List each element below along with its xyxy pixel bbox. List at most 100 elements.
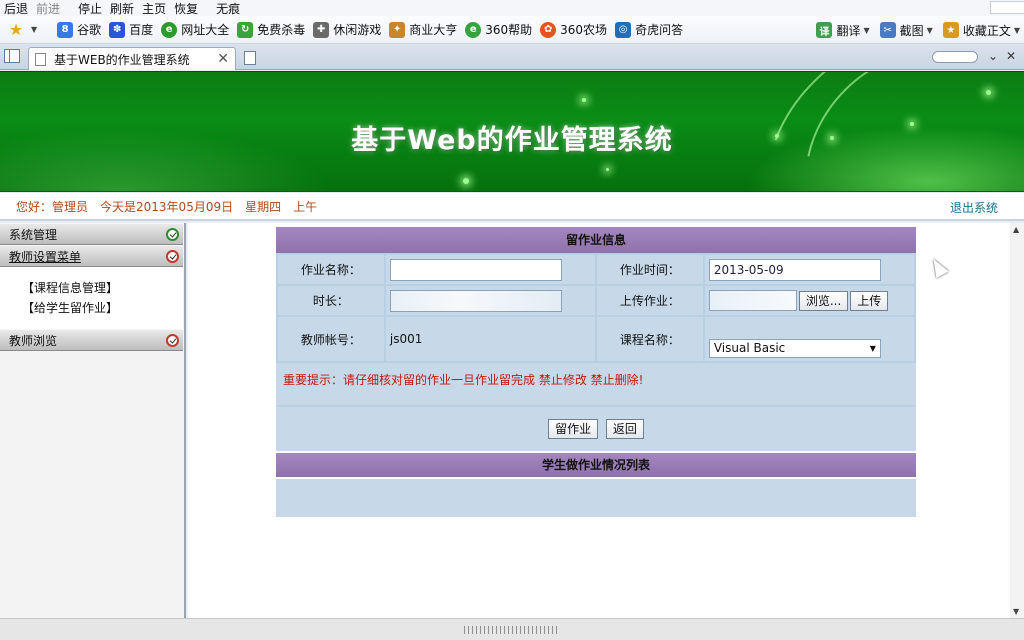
sidebar-toggle-icon[interactable] — [4, 49, 20, 63]
home-menu[interactable]: 主页 — [142, 0, 166, 17]
banner-glow-dot — [463, 178, 469, 184]
upload-homework-label: 上传作业： — [596, 286, 703, 315]
favorite-google[interactable]: 8 谷歌 — [57, 19, 101, 41]
vertical-scrollbar[interactable]: ▲ ▼ — [1010, 223, 1024, 618]
site-banner: 基于Web的作业管理系统 — [0, 71, 1024, 192]
user-info-bar: 您好：管理员 今天是2013年05月09日 星期四 上午 退出系统 — [0, 193, 1024, 221]
favorite-qihoo-qa[interactable]: ◎ 奇虎问答 — [615, 19, 683, 41]
warning-text: 重要提示：请仔细核对留的作业一旦作业留完成 禁止修改 禁止删除! — [276, 363, 916, 405]
address-bar[interactable] — [990, 1, 1024, 14]
date-text: 今天是2013年05月09日 — [100, 199, 234, 214]
upload-button[interactable]: 上传 — [850, 290, 889, 311]
chevron-down-icon: ▼ — [863, 25, 870, 35]
sidebar-section-teacher-settings[interactable]: 教师设置菜单 — [0, 245, 183, 267]
tab-search-pill[interactable] — [932, 51, 978, 63]
teacher-id-label: 教师帐号： — [278, 317, 384, 361]
file-upload-group: 浏览... 上传 — [708, 290, 914, 311]
duration-label: 时长： — [278, 286, 384, 315]
tab-title: 基于WEB的作业管理系统 — [54, 52, 190, 67]
file-path-input[interactable] — [708, 290, 797, 311]
form-table: 作业名称： 作业时间： 时长： 上传作业： 浏览... 上传 — [276, 253, 916, 363]
homework-name-label: 作业名称： — [278, 255, 384, 284]
favorite-business[interactable]: ✦ 商业大亨 — [389, 19, 457, 41]
star-favorites-button[interactable]: ★ ▼ — [8, 19, 37, 41]
chevron-down-icon: ▼ — [926, 25, 933, 35]
business-icon: ✦ — [389, 21, 406, 38]
save-article-button[interactable]: ★ 收藏正文 ▼ — [942, 19, 1020, 41]
chevron-down-icon: ▼ — [31, 25, 38, 34]
translate-icon: 译 — [816, 22, 833, 38]
favorite-360-farm[interactable]: ✿ 360农场 — [540, 19, 607, 41]
sidebar-item-assign-homework[interactable]: 【给学生留作业】 — [22, 298, 183, 318]
favorite-antivirus[interactable]: ↻ 免费杀毒 — [237, 19, 305, 41]
tab-bar: 基于WEB的作业管理系统 ✕ ⌄ ✕ — [0, 44, 1024, 70]
help-icon: e — [465, 21, 482, 38]
close-icon[interactable]: ✕ — [1006, 49, 1016, 63]
back-menu[interactable]: 后退 — [4, 0, 28, 17]
antivirus-icon: ↻ — [237, 21, 254, 38]
student-list-area — [276, 479, 916, 517]
back-button[interactable]: 返回 — [605, 419, 644, 439]
sidebar-section-label: 教师浏览 — [9, 333, 58, 348]
restore-menu[interactable]: 恢复 — [174, 0, 198, 17]
farm-icon: ✿ — [540, 21, 557, 38]
qa-icon: ◎ — [615, 21, 632, 38]
sidebar-item-course-info[interactable]: 【课程信息管理】 — [22, 278, 183, 298]
student-list-header: 学生做作业情况列表 — [276, 453, 916, 477]
sidebar-section-label: 系统管理 — [9, 227, 58, 242]
sidebar-section-teacher-browse[interactable]: 教师浏览 — [0, 329, 183, 351]
google-icon: 8 — [57, 21, 74, 38]
teacher-id-value: js001 — [385, 317, 595, 361]
logout-link[interactable]: 退出系统 — [950, 199, 998, 216]
homework-time-input[interactable] — [708, 258, 881, 281]
assign-homework-form: 留作业信息 作业名称： 作业时间： 时长： 上传作业： 浏览... — [276, 227, 916, 517]
expand-icon — [166, 228, 179, 241]
translate-button[interactable]: 译翻译 ▼ — [816, 19, 870, 41]
forward-menu[interactable]: 前进 — [36, 0, 60, 17]
status-bar — [0, 618, 1024, 640]
sidebar-section-body: 【课程信息管理】 【给学生留作业】 — [0, 267, 183, 329]
bookmark-icon: ★ — [942, 22, 959, 38]
period-text: 上午 — [293, 199, 318, 214]
toolbar-right: 译翻译 ▼ ✂ 截图 ▼ ★ 收藏正文 ▼ — [806, 19, 1020, 41]
incognito-menu[interactable]: 无痕 — [216, 0, 240, 17]
main-content: 留作业信息 作业名称： 作业时间： 时长： 上传作业： 浏览... — [188, 223, 1024, 618]
gamepad-icon: ✚ — [313, 21, 330, 38]
scroll-up-icon[interactable]: ▲ — [1013, 225, 1019, 234]
favorite-360-help[interactable]: e 360帮助 — [465, 19, 532, 41]
homework-name-input[interactable] — [389, 258, 562, 281]
favorites-bar: ★ ▼ 8 谷歌 ✽ 百度 e 网址大全 ↻ 免费杀毒 ✚ 休闲游戏 ✦ 商业大亨 e 360帮… — [0, 16, 1024, 44]
resize-grip[interactable] — [464, 626, 560, 634]
scissors-icon: ✂ — [879, 22, 896, 38]
browse-button[interactable]: 浏览... — [798, 290, 849, 311]
chevron-down-icon[interactable]: ⌄ — [988, 49, 998, 63]
sidebar-section-system[interactable]: 系统管理 — [0, 223, 183, 245]
page-icon — [35, 52, 46, 66]
favorite-games[interactable]: ✚ 休闲游戏 — [313, 19, 381, 41]
sidebar-section-label: 教师设置菜单 — [9, 249, 82, 264]
scroll-down-icon[interactable]: ▼ — [1013, 607, 1019, 616]
favorite-baidu[interactable]: ✽ 百度 — [109, 19, 153, 41]
greeting-text: 您好：管理员 — [16, 199, 89, 214]
collapse-icon — [166, 250, 179, 263]
banner-title: 基于Web的作业管理系统 — [351, 125, 673, 156]
refresh-menu[interactable]: 刷新 — [110, 0, 134, 17]
banner-glow-dot — [582, 98, 586, 102]
screenshot-button[interactable]: ✂ 截图 ▼ — [879, 19, 933, 41]
course-name-select[interactable]: Visual Basic ▼ — [708, 339, 881, 358]
assign-homework-button[interactable]: 留作业 — [548, 419, 599, 439]
stop-menu[interactable]: 停止 — [78, 0, 102, 17]
duration-input[interactable] — [389, 289, 562, 312]
tab-active[interactable]: 基于WEB的作业管理系统 ✕ — [28, 47, 236, 70]
favorite-sites[interactable]: e 网址大全 — [161, 19, 229, 41]
weekday-text: 星期四 — [245, 199, 282, 214]
form-actions: 留作业 返回 — [276, 407, 916, 451]
chevron-down-icon: ▼ — [1013, 25, 1020, 35]
sidebar: 系统管理 教师设置菜单 【课程信息管理】 【给学生留作业】 教师浏览 — [0, 223, 186, 618]
close-tab-icon[interactable]: ✕ — [217, 51, 229, 67]
homework-time-label: 作业时间： — [596, 255, 703, 284]
baidu-icon: ✽ — [109, 21, 126, 38]
browser-menu-bar: 后退 前进 停止 刷新 主页 恢复 无痕 — [0, 0, 1024, 16]
new-tab-icon[interactable] — [244, 51, 256, 65]
course-name-selected: Visual Basic — [713, 341, 786, 355]
